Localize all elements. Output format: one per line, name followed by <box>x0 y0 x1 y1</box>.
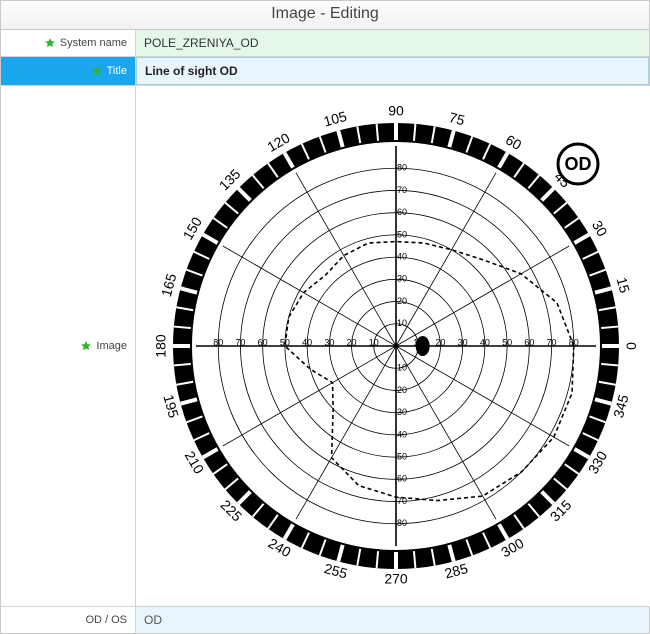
svg-text:50: 50 <box>397 451 407 461</box>
value-system-name[interactable]: POLE_ZRENIYA_OD <box>136 30 649 56</box>
svg-text:195: 195 <box>160 393 182 420</box>
svg-text:60: 60 <box>397 474 407 484</box>
label-text: Image <box>96 340 127 352</box>
svg-text:90: 90 <box>388 103 404 119</box>
svg-text:30: 30 <box>397 274 407 284</box>
svg-text:40: 40 <box>480 337 490 347</box>
svg-text:285: 285 <box>443 560 470 582</box>
svg-text:20: 20 <box>347 337 357 347</box>
panel-title: Image - Editing <box>1 1 649 30</box>
svg-text:180: 180 <box>153 334 169 358</box>
row-odos: OD / OS OD <box>1 607 649 633</box>
svg-text:345: 345 <box>610 393 632 420</box>
svg-text:10: 10 <box>369 337 379 347</box>
row-title: Title Line of sight OD <box>1 57 649 86</box>
svg-text:30: 30 <box>397 407 407 417</box>
svg-text:60: 60 <box>524 337 534 347</box>
svg-text:40: 40 <box>397 429 407 439</box>
svg-text:80: 80 <box>213 337 223 347</box>
svg-text:50: 50 <box>502 337 512 347</box>
svg-text:OD: OD <box>565 154 592 174</box>
svg-text:270: 270 <box>384 571 408 587</box>
svg-text:30: 30 <box>589 218 611 240</box>
svg-text:80: 80 <box>397 163 407 173</box>
label-system-name: System name <box>1 30 136 56</box>
svg-text:70: 70 <box>235 337 245 347</box>
svg-text:255: 255 <box>322 560 349 582</box>
svg-text:60: 60 <box>397 207 407 217</box>
svg-text:10: 10 <box>397 318 407 328</box>
svg-text:30: 30 <box>458 337 468 347</box>
svg-text:40: 40 <box>397 251 407 261</box>
row-system-name: System name POLE_ZRENIYA_OD <box>1 30 649 57</box>
star-icon <box>91 65 103 77</box>
svg-text:105: 105 <box>322 108 349 130</box>
svg-text:70: 70 <box>547 337 557 347</box>
svg-text:75: 75 <box>447 109 466 129</box>
svg-text:70: 70 <box>397 185 407 195</box>
label-title: Title <box>1 57 136 85</box>
value-odos[interactable]: OD <box>136 607 649 633</box>
svg-text:20: 20 <box>435 337 445 347</box>
label-text: Title <box>107 65 127 77</box>
svg-text:165: 165 <box>158 272 180 299</box>
svg-text:10: 10 <box>397 363 407 373</box>
value-image[interactable]: 0153045607590105120135150165180195210225… <box>136 86 650 606</box>
value-title[interactable]: Line of sight OD <box>136 57 649 85</box>
star-icon <box>44 37 56 49</box>
label-text: System name <box>60 37 127 49</box>
svg-text:15: 15 <box>614 276 634 295</box>
polar-chart-svg: 0153045607590105120135150165180195210225… <box>146 96 646 596</box>
svg-text:60: 60 <box>503 131 525 153</box>
label-text: OD / OS <box>85 614 127 626</box>
editing-panel: Image - Editing System name POLE_ZRENIYA… <box>0 0 650 634</box>
row-image: Image 0153045607590105120135150165180195… <box>1 86 649 607</box>
star-icon <box>80 340 92 352</box>
svg-text:20: 20 <box>397 385 407 395</box>
label-odos: OD / OS <box>1 607 136 633</box>
svg-text:50: 50 <box>397 229 407 239</box>
svg-text:30: 30 <box>324 337 334 347</box>
svg-text:60: 60 <box>258 337 268 347</box>
label-image: Image <box>1 86 136 606</box>
svg-text:80: 80 <box>397 518 407 528</box>
svg-text:40: 40 <box>302 337 312 347</box>
svg-text:0: 0 <box>623 342 639 350</box>
svg-text:20: 20 <box>397 296 407 306</box>
polar-chart: 0153045607590105120135150165180195210225… <box>146 96 646 596</box>
